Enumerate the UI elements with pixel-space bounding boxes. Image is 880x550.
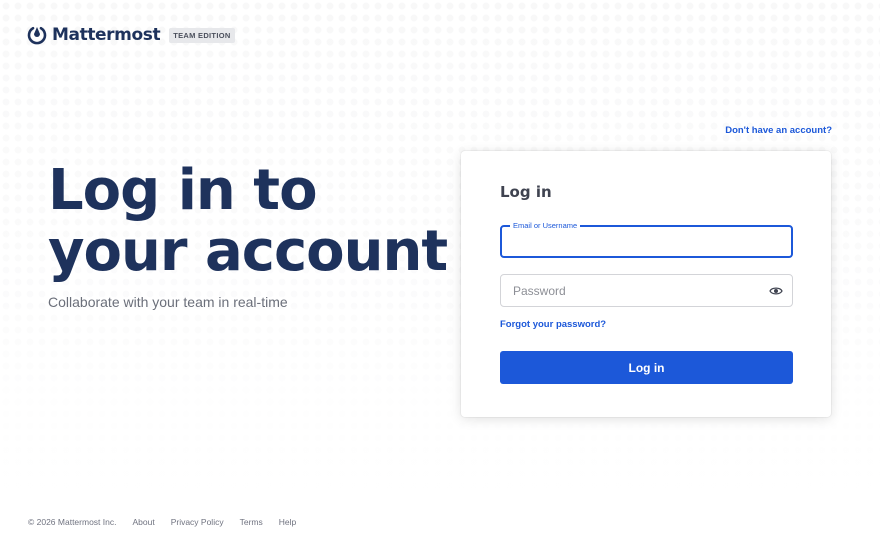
copyright: © 2026 Mattermost Inc. <box>28 517 117 527</box>
login-card: Log in Email or Username Forgot your pas… <box>461 151 831 417</box>
footer-link-terms[interactable]: Terms <box>240 517 263 527</box>
header: Mattermost TEAM EDITION <box>27 24 235 46</box>
footer: © 2026 Mattermost Inc. About Privacy Pol… <box>28 517 312 527</box>
hero-subtitle: Collaborate with your team in real-time <box>48 294 288 310</box>
hero-title: Log in to your account <box>48 158 448 284</box>
login-button[interactable]: Log in <box>500 351 793 384</box>
footer-link-help[interactable]: Help <box>279 517 296 527</box>
forgot-password-link[interactable]: Forgot your password? <box>500 319 606 330</box>
footer-link-privacy[interactable]: Privacy Policy <box>171 517 224 527</box>
hero: Log in to your account Collaborate with … <box>48 160 448 310</box>
eye-icon[interactable] <box>769 285 783 297</box>
card-title: Log in <box>500 183 552 201</box>
edition-badge: TEAM EDITION <box>169 27 235 43</box>
email-field-label: Email or Username <box>510 221 581 230</box>
password-field[interactable] <box>500 274 793 307</box>
brand-name: Mattermost <box>52 25 161 45</box>
mattermost-logo-icon <box>27 26 47 45</box>
email-field[interactable]: Email or Username <box>500 221 793 258</box>
footer-link-about[interactable]: About <box>132 517 154 527</box>
password-input[interactable] <box>501 275 792 306</box>
email-input[interactable] <box>502 227 791 256</box>
signup-link[interactable]: Don't have an account? <box>725 125 832 136</box>
